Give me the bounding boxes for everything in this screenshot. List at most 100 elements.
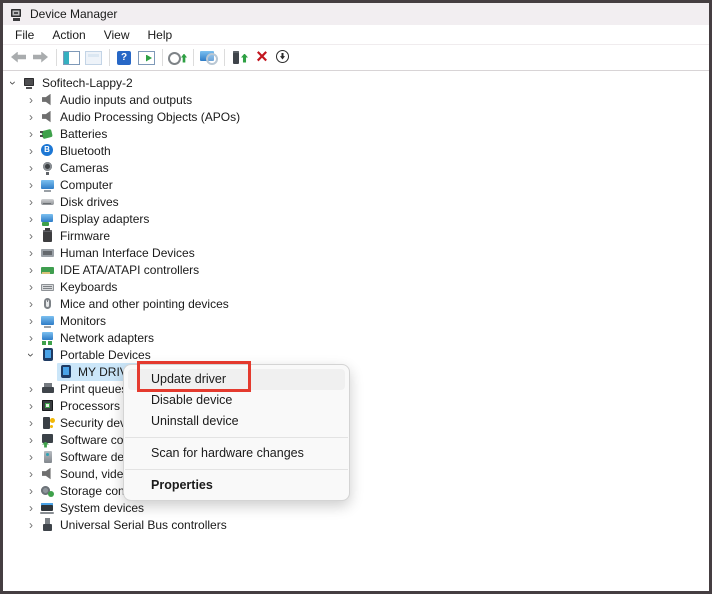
chevron-right-icon[interactable]: › bbox=[23, 143, 39, 159]
chevron-down-icon[interactable]: › bbox=[23, 347, 39, 363]
storage-icon bbox=[40, 483, 56, 499]
chevron-right-icon[interactable]: › bbox=[23, 330, 39, 346]
tree-item-print-queues[interactable]: › Print queues bbox=[3, 380, 709, 397]
action-pane-icon[interactable] bbox=[136, 48, 158, 68]
toolbar-separator bbox=[224, 49, 225, 66]
tree-item-label: Monitors bbox=[60, 314, 106, 328]
tree-item-content: Audio inputs and outputs bbox=[39, 91, 196, 109]
tree-item-firmware[interactable]: ›Firmware bbox=[3, 227, 709, 244]
tree-item-label: Print queues bbox=[60, 382, 127, 396]
chevron-right-icon[interactable]: › bbox=[23, 381, 39, 397]
menu-item-scan-for-hardware-changes[interactable]: Scan for hardware changes bbox=[124, 443, 349, 464]
menu-action[interactable]: Action bbox=[43, 27, 94, 43]
chevron-right-icon[interactable]: › bbox=[23, 500, 39, 516]
tree-item-content: Print queues bbox=[39, 380, 131, 398]
tree-item-mice-and-other-pointing-devices[interactable]: ›Mice and other pointing devices bbox=[3, 295, 709, 312]
menu-file[interactable]: File bbox=[6, 27, 43, 43]
tree-item-label: Computer bbox=[60, 178, 113, 192]
disable-icon[interactable] bbox=[273, 48, 295, 68]
scan-hardware-icon[interactable] bbox=[198, 48, 220, 68]
chevron-right-icon[interactable]: › bbox=[23, 415, 39, 431]
chevron-right-icon[interactable]: › bbox=[23, 466, 39, 482]
tree-item-disk-drives[interactable]: ›Disk drives bbox=[3, 193, 709, 210]
tree-item-audio-inputs-and-outputs[interactable]: ›Audio inputs and outputs bbox=[3, 91, 709, 108]
toolbar-separator bbox=[56, 49, 57, 66]
tree-item-content: Monitors bbox=[39, 312, 110, 330]
tree-item-keyboards[interactable]: › Keyboards bbox=[3, 278, 709, 295]
menu-help[interactable]: Help bbox=[139, 27, 182, 43]
hid-icon bbox=[40, 245, 56, 261]
console-tree-icon[interactable] bbox=[61, 48, 83, 68]
tree-item-software-devices[interactable]: ›Software devices bbox=[3, 448, 709, 465]
chevron-right-icon[interactable]: › bbox=[23, 432, 39, 448]
tree-item-bluetooth[interactable]: ›Bluetooth bbox=[3, 142, 709, 159]
chevron-right-icon[interactable]: › bbox=[23, 92, 39, 108]
tree-item-batteries[interactable]: ›Batteries bbox=[3, 125, 709, 142]
monitor-icon bbox=[40, 177, 56, 193]
tree-item-portable-devices[interactable]: ›Portable Devices bbox=[3, 346, 709, 363]
tree-item-universal-serial-bus-controllers[interactable]: › Universal Serial Bus controllers bbox=[3, 516, 709, 533]
chevron-right-icon[interactable]: › bbox=[23, 449, 39, 465]
tree-item-display-adapters[interactable]: ›Display adapters bbox=[3, 210, 709, 227]
printer-icon bbox=[40, 381, 56, 397]
menu-view[interactable]: View bbox=[95, 27, 139, 43]
update-driver-icon[interactable] bbox=[167, 48, 189, 68]
tree-item-software-components[interactable]: ›Software components bbox=[3, 431, 709, 448]
tree-item-audio-processing-objects-apos[interactable]: › Audio Processing Objects (APOs) bbox=[3, 108, 709, 125]
chevron-right-icon[interactable]: › bbox=[23, 279, 39, 295]
tree-item-label: Human Interface Devices bbox=[60, 246, 195, 260]
tree-item-network-adapters[interactable]: ›Network adapters bbox=[3, 329, 709, 346]
tree-item-label: Processors bbox=[60, 399, 120, 413]
update-device-icon[interactable] bbox=[229, 48, 251, 68]
tree-item-human-interface-devices[interactable]: › Human Interface Devices bbox=[3, 244, 709, 261]
properties-icon[interactable] bbox=[83, 48, 105, 68]
chevron-right-icon[interactable]: › bbox=[23, 245, 39, 261]
chevron-right-icon[interactable]: › bbox=[23, 177, 39, 193]
tree-item-content: Keyboards bbox=[39, 278, 121, 296]
chevron-right-icon[interactable]: › bbox=[23, 109, 39, 125]
tree-item-ide-ata-atapi-controllers[interactable]: › IDE ATA/ATAPI controllers bbox=[3, 261, 709, 278]
tree-item-label: Sofitech-Lappy-2 bbox=[42, 76, 133, 90]
tree-item-label: Audio Processing Objects (APOs) bbox=[60, 110, 240, 124]
device-tree: ›Sofitech-Lappy-2›Audio inputs and outpu… bbox=[3, 71, 709, 533]
camera-icon bbox=[40, 160, 56, 176]
back-icon[interactable] bbox=[8, 48, 30, 68]
tree-item-processors[interactable]: › Processors bbox=[3, 397, 709, 414]
tree-item-monitors[interactable]: › Monitors bbox=[3, 312, 709, 329]
tree-item-label: IDE ATA/ATAPI controllers bbox=[60, 263, 199, 277]
chevron-right-icon[interactable]: › bbox=[23, 483, 39, 499]
menu-item-properties[interactable]: Properties bbox=[124, 475, 349, 496]
tree-item-cameras[interactable]: ›Cameras bbox=[3, 159, 709, 176]
chevron-down-icon[interactable]: › bbox=[5, 75, 21, 91]
tree-item-sound-video-and-game-controllers[interactable]: ›Sound, video and game controllers bbox=[3, 465, 709, 482]
tree-item-computer[interactable]: › Computer bbox=[3, 176, 709, 193]
toolbar-separator bbox=[193, 49, 194, 66]
tree-item-my-drive[interactable]: MY DRIVE bbox=[3, 363, 709, 380]
menu-item-disable-device[interactable]: Disable device bbox=[124, 390, 349, 411]
chevron-right-icon[interactable]: › bbox=[23, 228, 39, 244]
chevron-right-icon[interactable]: › bbox=[23, 126, 39, 142]
forward-icon[interactable] bbox=[30, 48, 52, 68]
chevron-right-icon[interactable]: › bbox=[23, 296, 39, 312]
chevron-right-icon[interactable]: › bbox=[23, 517, 39, 533]
tree-item-sofitech-lappy-2[interactable]: › Sofitech-Lappy-2 bbox=[3, 74, 709, 91]
chevron-right-icon[interactable]: › bbox=[23, 160, 39, 176]
ide-icon bbox=[40, 262, 56, 278]
window-title: Device Manager bbox=[30, 7, 117, 21]
chevron-right-icon[interactable]: › bbox=[23, 211, 39, 227]
tree-item-label: Universal Serial Bus controllers bbox=[60, 518, 227, 532]
tree-item-label: Keyboards bbox=[60, 280, 117, 294]
menu-item-uninstall-device[interactable]: Uninstall device bbox=[124, 411, 349, 432]
tree-item-security-devices[interactable]: ›Security devices bbox=[3, 414, 709, 431]
keyboard-icon bbox=[40, 279, 56, 295]
help-icon[interactable] bbox=[114, 48, 136, 68]
uninstall-icon[interactable] bbox=[251, 48, 273, 68]
tree-item-storage-controllers[interactable]: ›Storage controllers bbox=[3, 482, 709, 499]
tree-item-system-devices[interactable]: › System devices bbox=[3, 499, 709, 516]
chevron-right-icon[interactable]: › bbox=[23, 398, 39, 414]
chevron-right-icon[interactable]: › bbox=[23, 262, 39, 278]
chevron-right-icon[interactable]: › bbox=[23, 194, 39, 210]
monitor-icon bbox=[40, 313, 56, 329]
chevron-right-icon[interactable]: › bbox=[23, 313, 39, 329]
tree-item-label: System devices bbox=[60, 501, 144, 515]
